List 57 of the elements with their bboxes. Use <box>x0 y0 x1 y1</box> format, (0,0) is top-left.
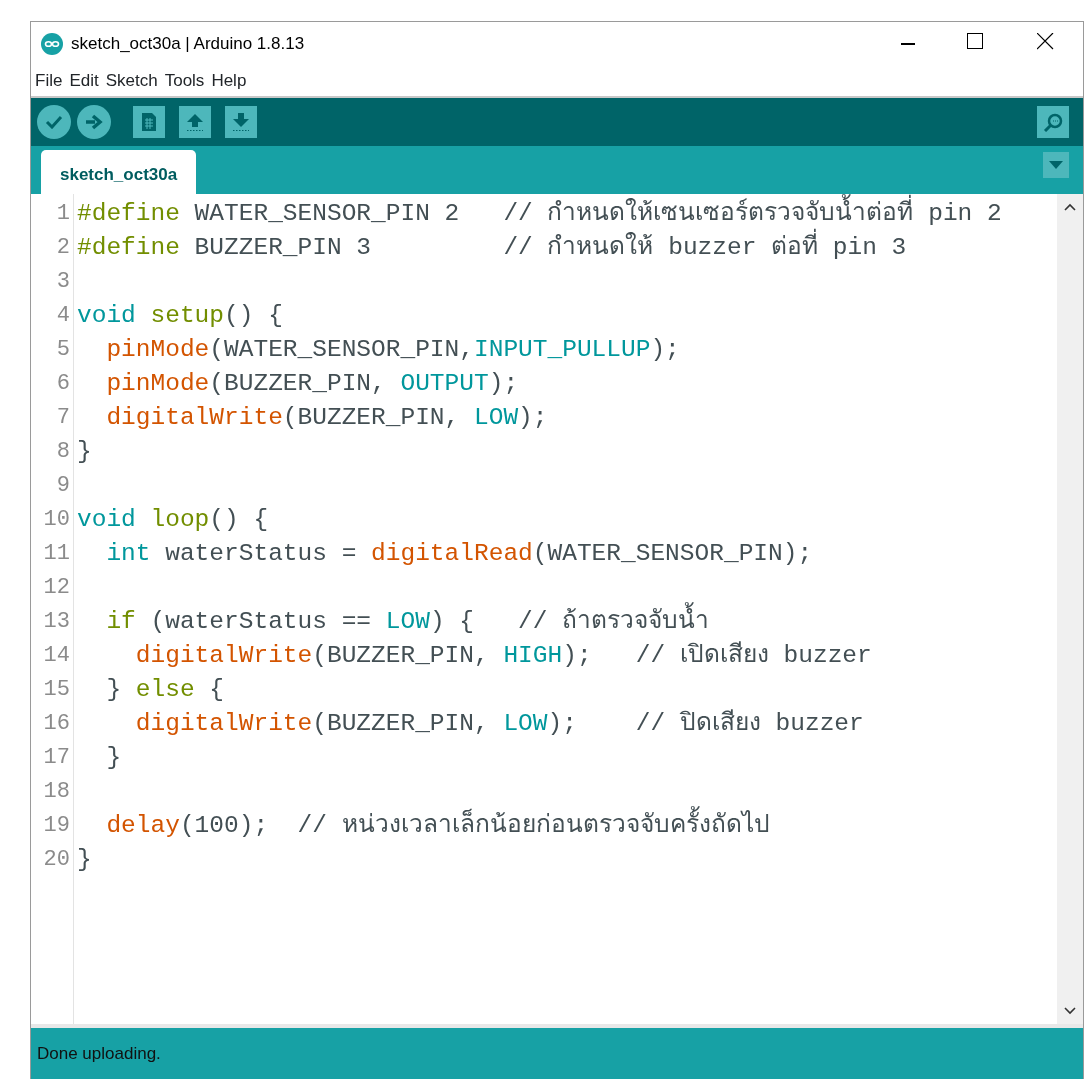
line-number: 3 <box>55 268 71 296</box>
line-number: 20 <box>42 846 71 874</box>
line-number: 16 <box>42 710 71 738</box>
line-number: 12 <box>42 574 71 602</box>
line-number: 17 <box>42 744 71 772</box>
line-number: 15 <box>42 676 71 704</box>
upload-button[interactable] <box>77 105 111 139</box>
code-line: void loop() { <box>77 505 270 535</box>
vertical-scrollbar[interactable] <box>1057 194 1083 1024</box>
status-message: Done uploading. <box>37 1042 161 1065</box>
line-number: 19 <box>42 812 71 840</box>
code-line: } <box>77 437 93 467</box>
down-arrow-icon <box>231 112 251 132</box>
right-arrow-icon <box>85 114 103 130</box>
dropdown-triangle-icon <box>1049 161 1063 169</box>
menu-item[interactable]: Tools <box>164 68 205 94</box>
line-number: 14 <box>42 642 71 670</box>
line-number: 11 <box>42 540 71 568</box>
line-number: 2 <box>55 234 71 262</box>
line-number: 18 <box>42 778 71 806</box>
save-button[interactable] <box>225 106 257 138</box>
line-number: 6 <box>55 370 71 398</box>
verify-button[interactable] <box>37 105 71 139</box>
menu-item[interactable]: Edit <box>69 68 99 94</box>
line-number: 13 <box>42 608 71 636</box>
new-button[interactable] <box>133 106 165 138</box>
arduino-logo-icon <box>41 33 63 55</box>
tab-menu-button[interactable] <box>1043 152 1069 178</box>
serial-monitor-button[interactable] <box>1037 106 1069 138</box>
code-line: digitalWrite(BUZZER_PIN, LOW); <box>105 403 549 433</box>
open-button[interactable] <box>179 106 211 138</box>
menu-item[interactable]: File <box>35 68 63 94</box>
sketch-tab[interactable]: sketch_oct30a <box>41 149 197 194</box>
line-number: 1 <box>55 200 71 228</box>
line-number: 8 <box>55 438 71 466</box>
code-line: } <box>77 845 93 875</box>
code-line: digitalWrite(BUZZER_PIN, HIGH); // เปิดเสียง buzzer <box>134 640 873 671</box>
document-icon <box>141 112 157 132</box>
magnifier-icon <box>1041 112 1065 132</box>
line-number: 7 <box>55 404 71 432</box>
code-line: int waterStatus = digitalRead(WATER_SENSOR_PIN); <box>105 539 814 569</box>
line-number: 10 <box>42 506 71 534</box>
line-number: 9 <box>55 472 71 500</box>
up-arrow-icon <box>185 112 205 132</box>
code-line: pinMode(BUZZER_PIN, OUTPUT); <box>105 369 520 399</box>
checkmark-icon <box>45 115 63 129</box>
menu-item[interactable]: Help <box>211 68 247 94</box>
line-number: 5 <box>55 336 71 364</box>
line-number: 4 <box>55 302 71 330</box>
menu-item[interactable]: Sketch <box>105 68 158 94</box>
code-line: void setup() { <box>77 301 284 331</box>
code-line: } else { <box>105 675 226 705</box>
window-title: sketch_oct30a | Arduino 1.8.13 <box>71 33 305 56</box>
code-line: pinMode(WATER_SENSOR_PIN,INPUT_PULLUP); <box>105 335 681 365</box>
minimize-icon <box>901 43 915 45</box>
code-line: digitalWrite(BUZZER_PIN, LOW); // ปิดเสียง buzzer <box>134 708 865 739</box>
code-line: } <box>105 743 123 773</box>
